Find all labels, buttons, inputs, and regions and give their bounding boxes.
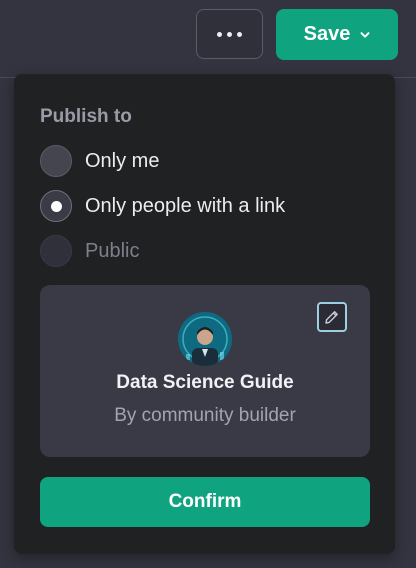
top-bar: Save <box>0 0 416 78</box>
chevron-down-icon <box>360 31 370 38</box>
option-only-me-label: Only me <box>85 149 160 172</box>
save-button[interactable]: Save <box>276 9 398 60</box>
publish-to-heading: Publish to <box>40 106 132 127</box>
radio-public <box>40 235 72 267</box>
option-public-label: Public <box>85 239 140 262</box>
edit-gpt-button[interactable] <box>317 302 347 332</box>
more-options-button[interactable] <box>196 9 263 59</box>
gpt-avatar-image <box>178 312 232 366</box>
radio-link[interactable] <box>40 190 72 222</box>
option-public: Public <box>40 235 139 267</box>
radio-only-me[interactable] <box>40 145 72 177</box>
pencil-icon <box>325 311 338 324</box>
gpt-name: Data Science Guide <box>116 372 294 393</box>
ellipsis-icon <box>217 31 242 37</box>
confirm-button[interactable]: Confirm <box>40 477 370 527</box>
option-link-label: Only people with a link <box>85 194 286 217</box>
radio-selected-dot <box>50 200 62 212</box>
option-link[interactable]: Only people with a link <box>40 190 285 222</box>
option-only-me[interactable]: Only me <box>40 145 159 177</box>
gpt-avatar <box>178 312 232 366</box>
save-button-label: Save <box>303 23 351 45</box>
publish-dropdown-panel: Publish to Only me Only people with a li… <box>14 74 395 554</box>
gpt-preview-card: Data Science Guide By community builder <box>40 285 370 457</box>
gpt-author: By community builder <box>114 405 296 426</box>
